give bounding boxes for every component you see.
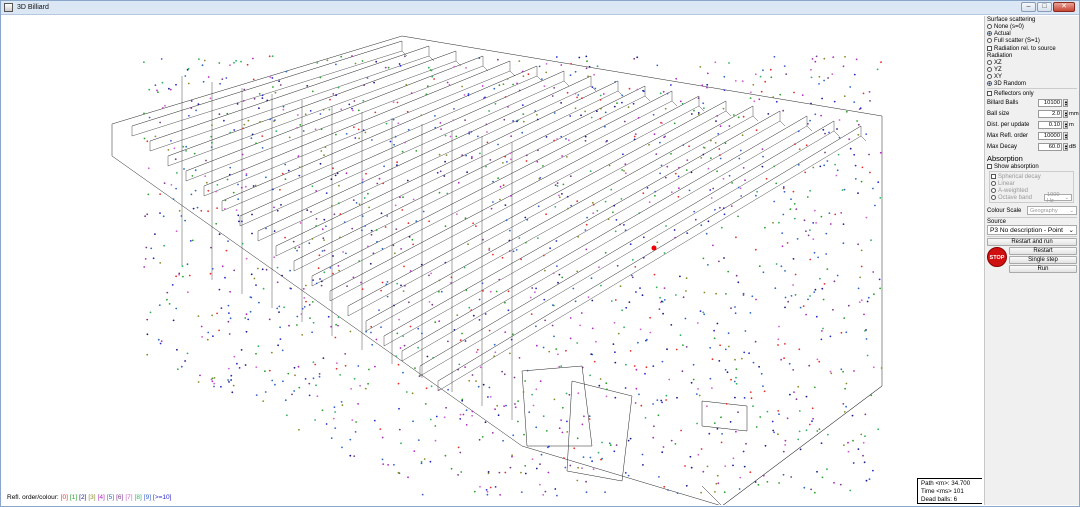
scatter-full-radio[interactable]: Full scatter (S=1): [987, 37, 1077, 44]
octave-band-select[interactable]: 1000 Hz ⌄: [1044, 192, 1072, 204]
single-step-button[interactable]: Single step: [1009, 256, 1077, 264]
maximize-button[interactable]: □: [1037, 2, 1052, 12]
scatter-actual-radio[interactable]: Actual: [987, 30, 1077, 37]
legend-item-9: [9]: [143, 494, 152, 501]
stop-button[interactable]: STOP: [987, 247, 1007, 267]
radiation-yz-radio[interactable]: YZ: [987, 66, 1077, 73]
legend-item-3: [3]: [88, 494, 96, 501]
colour-scale-row: Colour Scale Geography ⌄: [987, 205, 1077, 216]
stats-box: Path <m>: 34.700 Time <ms> 101 Dead ball…: [917, 478, 982, 504]
control-panel: Surface scattering None (s=0) Actual Ful…: [984, 16, 1079, 505]
chevron-down-icon: ⌄: [1064, 194, 1069, 201]
path-readout: Path <m>: 34.700: [921, 480, 971, 487]
max-refl-order-spinner[interactable]: ▲ ▼: [1063, 131, 1068, 140]
dead-balls-readout: Dead balls: 6: [921, 496, 958, 503]
spherical-decay-checkbox[interactable]: Spherical decay: [991, 173, 1072, 180]
legend-item-1: [1]: [69, 494, 78, 501]
billiard-balls-row: Billard Balls 10100 ▲ ▼: [987, 98, 1068, 107]
dist-per-update-spinner[interactable]: ▲ ▼: [1063, 120, 1068, 129]
chevron-down-icon: ⌄: [1069, 207, 1074, 214]
octave-band-radio[interactable]: Octave band 1000 Hz ⌄: [991, 192, 1072, 204]
legend-item-4: [4]: [97, 494, 105, 501]
ball-size-spinner[interactable]: ▲ ▼: [1063, 109, 1068, 118]
app-window: 3D Billiard – □ ✕ Refl. order/colour: [0…: [0, 0, 1080, 507]
linear-radio[interactable]: Linear: [991, 180, 1072, 187]
dist-per-update-row: Dist. per update 0.10 ▲ ▼ m: [987, 120, 1074, 129]
billiard-balls-spinner[interactable]: ▲ ▼: [1063, 98, 1068, 107]
legend-prefix: Refl. order/colour:: [7, 494, 59, 501]
radiation-xy-radio[interactable]: XY: [987, 73, 1077, 80]
radiation-rel-source-checkbox[interactable]: Radiation rel. to source: [987, 45, 1077, 52]
ball-size-row: Ball size 2.0 ▲ ▼ mm: [987, 109, 1079, 118]
source-select[interactable]: P3 No description - Point ⌄: [987, 225, 1077, 235]
run-button[interactable]: Run: [1009, 265, 1077, 273]
max-decay-row: Max Decay 60.0 ▲ ▼ dB: [987, 142, 1077, 151]
legend-item-8: [8]: [134, 494, 142, 501]
reflection-order-legend: Refl. order/colour: [0] [1] [2] [3] [4] [5] [6…: [7, 494, 171, 501]
legend-item-6: [6]: [116, 494, 124, 501]
title-bar: 3D Billiard – □ ✕: [1, 1, 1079, 15]
max-refl-order-input[interactable]: 10000: [1038, 131, 1062, 140]
legend-item-2: [2]: [79, 494, 87, 501]
max-decay-input[interactable]: 60.0: [1038, 142, 1062, 151]
legend-item-0: [0]: [60, 494, 68, 501]
auditorium-wireframe-scene[interactable]: [2, 16, 982, 505]
legend-item-5: [5]: [106, 494, 115, 501]
radiation-3d-random-radio[interactable]: 3D Random: [987, 80, 1077, 87]
radiation-xz-radio[interactable]: XZ: [987, 59, 1077, 66]
close-button[interactable]: ✕: [1053, 2, 1075, 12]
billiard-balls-input[interactable]: 10100: [1038, 98, 1062, 107]
show-absorption-checkbox[interactable]: Show absorption: [987, 163, 1077, 170]
chevron-down-icon: ⌄: [1068, 227, 1074, 234]
scatter-none-radio[interactable]: None (s=0): [987, 23, 1077, 30]
legend-item-10: [>=10]: [153, 494, 172, 501]
max-decay-spinner[interactable]: ▲ ▼: [1063, 142, 1068, 151]
reflectors-only-checkbox[interactable]: Reflectors only: [987, 90, 1077, 97]
colour-scale-select[interactable]: Geography ⌄: [1027, 206, 1077, 215]
restart-and-run-button[interactable]: Restart and run: [987, 238, 1077, 246]
app-icon: [4, 3, 13, 12]
time-readout: Time <ms> 101: [921, 488, 964, 495]
max-refl-order-row: Max Refl. order 10000 ▲ ▼: [987, 131, 1068, 140]
absorption-options-group: Spherical decay Linear A-weighted Octave…: [989, 171, 1074, 204]
legend-item-7: [7]: [125, 494, 133, 501]
sound-source-marker: [651, 245, 657, 251]
dist-per-update-input[interactable]: 0.10: [1038, 120, 1062, 129]
3d-viewport[interactable]: Refl. order/colour: [0] [1] [2] [3] [4] [5] [6…: [2, 16, 982, 505]
restart-button[interactable]: Restart: [1009, 247, 1077, 255]
absorption-title: Absorption: [987, 154, 1023, 163]
window-title: 3D Billiard: [17, 4, 49, 11]
minimize-button[interactable]: –: [1021, 2, 1036, 12]
ball-size-input[interactable]: 2.0: [1038, 109, 1062, 118]
